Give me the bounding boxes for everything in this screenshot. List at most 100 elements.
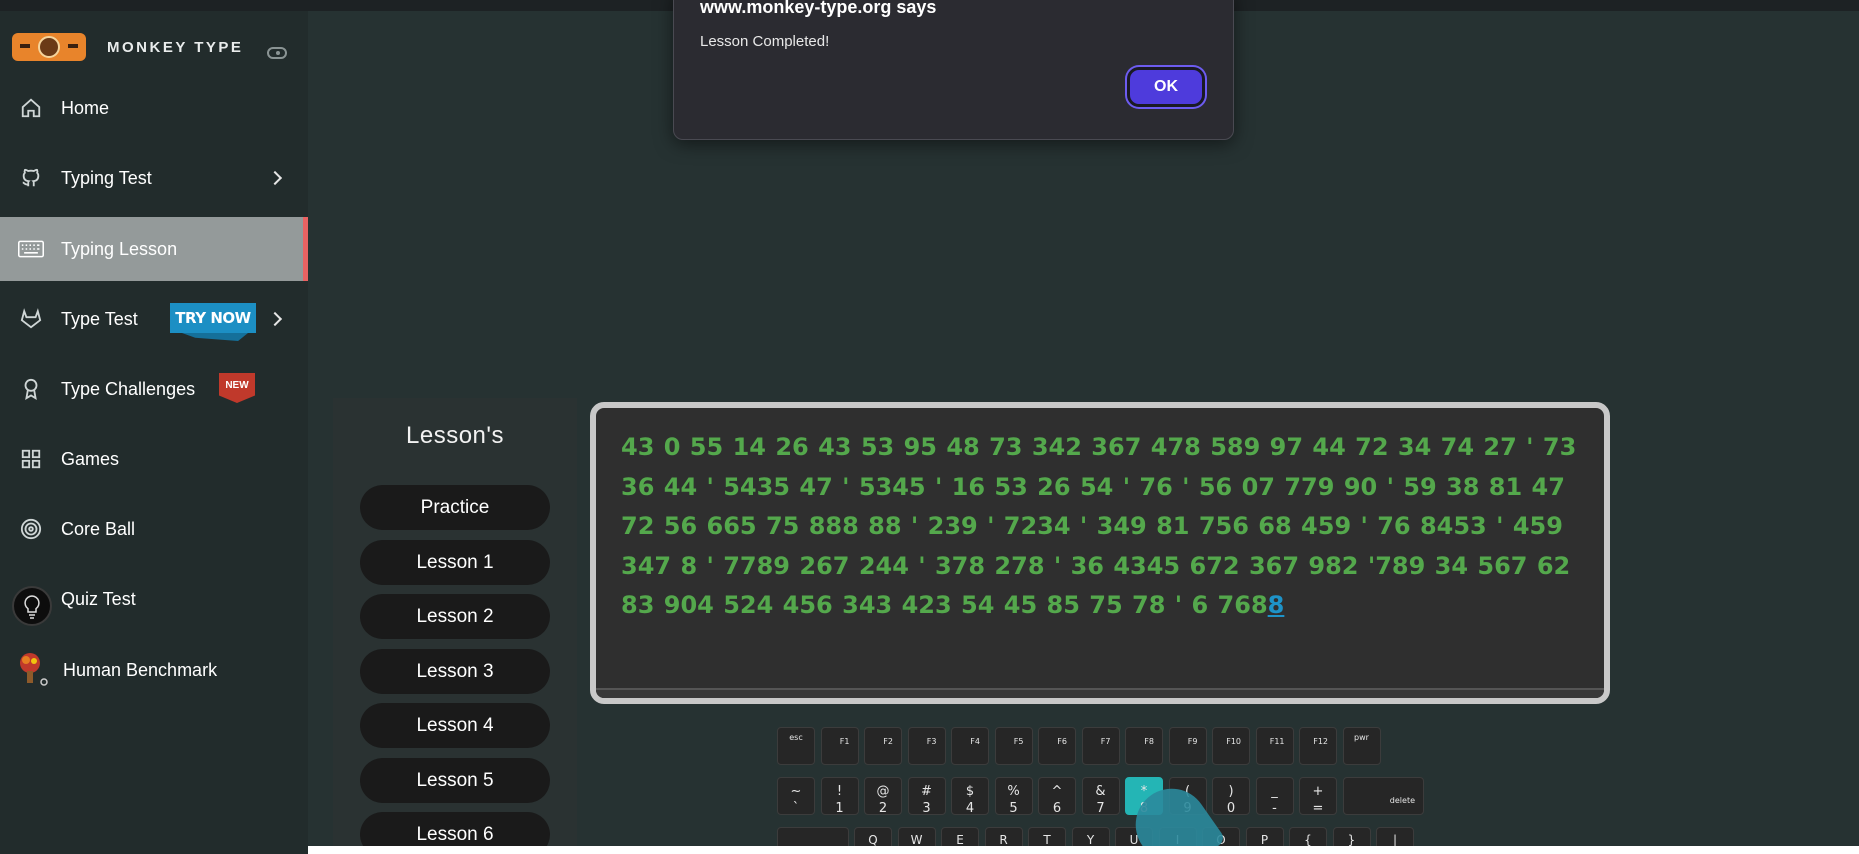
key-3[interactable]: #3	[907, 777, 946, 816]
bottom-strip	[308, 846, 1859, 854]
key-shift-label: &	[1095, 784, 1106, 799]
key-f11[interactable]: F11	[1255, 727, 1294, 765]
chevron-right-icon	[267, 311, 283, 327]
lightbulb-avatar-icon	[12, 586, 52, 626]
key-delete[interactable]: delete	[1342, 777, 1424, 815]
key-base-label: 3	[922, 801, 931, 816]
key-f10[interactable]: F10	[1212, 727, 1250, 765]
github-icon	[18, 165, 44, 191]
sidebar-item-label: Type Challenges	[61, 378, 196, 399]
key-esc[interactable]: esc	[777, 727, 815, 765]
key-base-label: 2	[878, 801, 888, 816]
key-shift-label: ^	[1051, 784, 1063, 799]
lessons-title: Lesson's	[406, 422, 504, 449]
new-badge: NEW	[219, 373, 255, 403]
lesson-3-button[interactable]: Lesson 3	[360, 649, 550, 694]
lesson-1-button[interactable]: Lesson 1	[360, 540, 550, 585]
sidebar-item-label: Typing Lesson	[61, 238, 178, 259]
sidebar-item-label: Typing Test	[61, 167, 152, 188]
key-shift-label: @	[876, 784, 890, 799]
lesson-4-button[interactable]: Lesson 4	[360, 703, 550, 748]
key-f1[interactable]: F1	[820, 727, 859, 765]
sidebar-item-games[interactable]: Games	[0, 427, 308, 491]
cursor-character: 8	[1267, 591, 1285, 619]
dialog-message: Lesson Completed!	[700, 33, 830, 50]
key-6[interactable]: ^ 6	[1038, 777, 1076, 816]
sidebar-item-label: Quiz Test	[61, 588, 136, 609]
key-=[interactable]: + =	[1299, 777, 1337, 816]
key-shift-label: +	[1312, 784, 1324, 799]
key-f8[interactable]: F8	[1125, 727, 1163, 765]
lesson-5-button[interactable]: Lesson 5	[360, 758, 550, 803]
key-`[interactable]: ~ `	[777, 777, 815, 816]
key-base-label: 1	[835, 801, 844, 816]
sidebar-item-typing-test[interactable]: Typing Test	[0, 146, 308, 210]
key-f2[interactable]: F2	[864, 727, 902, 765]
gitlab-icon	[18, 306, 44, 332]
target-icon	[18, 516, 44, 542]
sidebar-item-label: Type Test	[61, 308, 138, 329]
sidebar-item-label: Home	[61, 97, 110, 118]
key-f3[interactable]: F3	[907, 727, 946, 765]
grid-icon	[18, 446, 44, 472]
try-now-badge[interactable]: TRY NOW	[170, 303, 256, 333]
sidebar-item-typing-lesson[interactable]: Typing Lesson	[0, 217, 308, 281]
key-base-label: 4	[965, 801, 975, 816]
sidebar-item-core-ball[interactable]: Core Ball	[0, 497, 308, 561]
key-f4[interactable]: F4	[951, 727, 989, 765]
sidebar-item-type-test[interactable]: Type Test TRY NOW	[0, 287, 308, 351]
monkey-logo-icon	[12, 33, 86, 61]
key-2[interactable]: @2	[864, 777, 902, 816]
sidebar-item-label: Games	[61, 448, 120, 469]
home-icon	[18, 95, 44, 121]
alert-dialog: www.monkey-type.org says Lesson Complete…	[673, 0, 1234, 140]
key-f6[interactable]: F6	[1038, 727, 1076, 765]
theme-toggle-icon[interactable]	[267, 47, 287, 59]
key-base-label: 7	[1096, 801, 1105, 816]
key-shift-label: )	[1228, 784, 1234, 799]
practice-button[interactable]: Practice	[360, 485, 550, 530]
award-icon	[18, 376, 44, 402]
typing-area[interactable]: 43 0 55 14 26 43 53 95 48 73 342 367 478…	[590, 402, 1610, 704]
brand[interactable]: MONKEY TYPE	[12, 28, 243, 66]
sidebar-item-home[interactable]: Home	[0, 76, 308, 140]
key-base-label: 0	[1226, 801, 1236, 816]
ok-button[interactable]: OK	[1127, 67, 1205, 107]
sidebar-item-type-challenges[interactable]: Type Challenges NEW	[0, 357, 308, 421]
lesson-2-button[interactable]: Lesson 2	[360, 594, 550, 639]
chevron-right-icon	[267, 170, 283, 186]
sidebar-item-label: Human Benchmark	[63, 659, 218, 680]
typing-area-footer	[596, 688, 1604, 698]
typing-text: 43 0 55 14 26 43 53 95 48 73 342 367 478…	[621, 428, 1586, 626]
sidebar: MONKEY TYPE Home Typing Test Typing Less…	[0, 11, 308, 854]
key-base-label: =	[1312, 801, 1324, 816]
key-4[interactable]: $4	[951, 777, 989, 816]
virtual-keyboard: esc F1 F2 F3 F4 F5 F6 F7 F8 F9 F10 F11 F12 pwr ~ `! 1 @2 #…	[777, 727, 1424, 854]
key--[interactable]: _ -	[1255, 777, 1294, 816]
brain-avatar-icon	[14, 649, 50, 689]
key-shift-label: #	[921, 784, 932, 799]
key-f9[interactable]: F9	[1168, 727, 1207, 765]
typed-text: 43 0 55 14 26 43 53 95 48 73 342 367 478…	[621, 433, 1577, 619]
keyboard-icon	[18, 236, 44, 262]
key-shift-label: ~	[790, 784, 802, 799]
key-0[interactable]: ) 0	[1212, 777, 1250, 816]
key-pwr[interactable]: pwr	[1342, 727, 1381, 765]
key-shift-label: %	[1007, 784, 1020, 799]
key-5[interactable]: % 5	[994, 777, 1033, 816]
key-shift-label: _	[1271, 784, 1278, 799]
sidebar-item-label: Core Ball	[61, 518, 136, 539]
key-1[interactable]: ! 1	[820, 777, 859, 816]
key-base-label: -	[1272, 801, 1277, 816]
key-base-label: 6	[1052, 801, 1062, 816]
key-7[interactable]: & 7	[1081, 777, 1120, 816]
dialog-title: www.monkey-type.org says	[700, 0, 937, 17]
key-f5[interactable]: F5	[994, 727, 1033, 765]
brand-name: MONKEY TYPE	[107, 38, 244, 56]
key-shift-label: $	[965, 784, 975, 799]
key-shift-label: !	[836, 784, 843, 799]
key-base-label: `	[792, 801, 800, 816]
key-f7[interactable]: F7	[1081, 727, 1120, 765]
key-f12[interactable]: F12	[1299, 727, 1337, 765]
lessons-panel: Lesson's Practice Lesson 1 Lesson 2 Less…	[333, 398, 577, 854]
